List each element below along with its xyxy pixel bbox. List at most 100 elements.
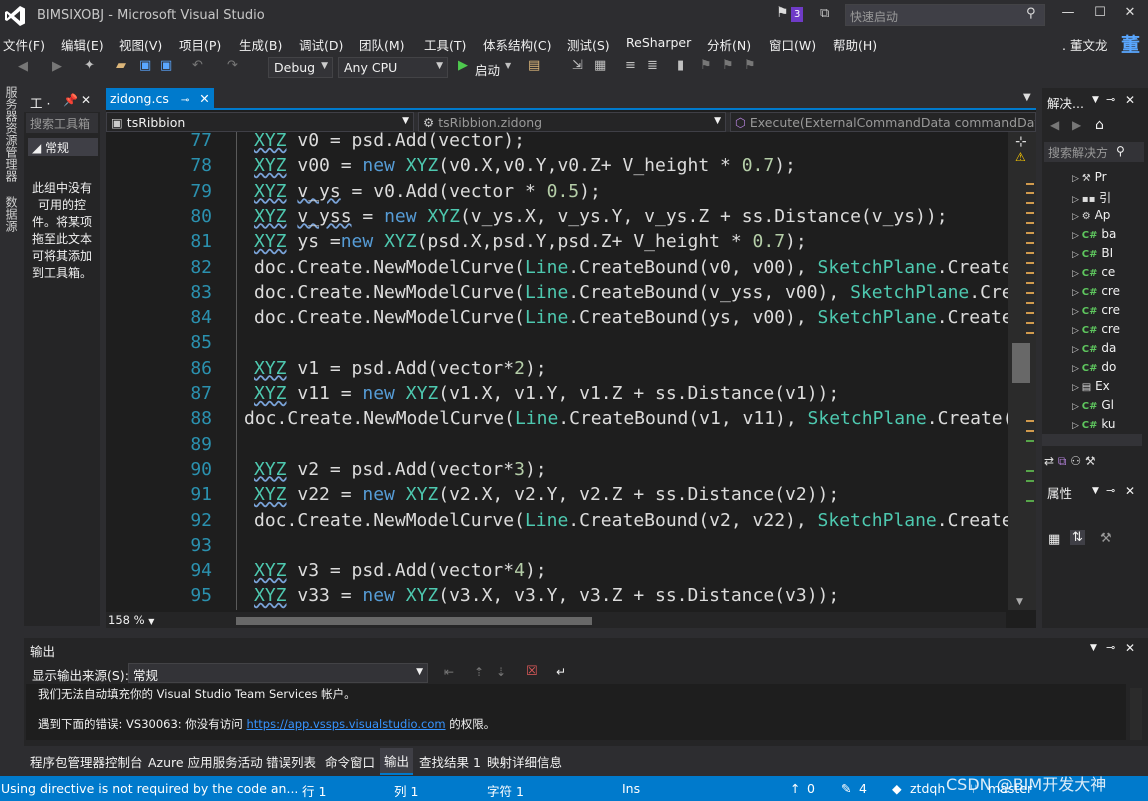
- expand-chevron-icon[interactable]: ▷: [1072, 174, 1082, 184]
- code-line[interactable]: XYZ v0 = psd.Add(vector);: [254, 132, 525, 151]
- menu-build[interactable]: 生成(B): [239, 35, 282, 54]
- open-folder-icon[interactable]: ▰: [116, 58, 126, 73]
- nav-type-select[interactable]: ⚙ tsRibbion.zidong ▼: [418, 112, 726, 132]
- solution-item[interactable]: ▷ ⚒ Pr: [1072, 170, 1107, 184]
- undo-icon[interactable]: ↶: [192, 58, 203, 73]
- tab-mapping-details[interactable]: 映射详细信息: [487, 752, 562, 771]
- switch-view-icon[interactable]: ⧉: [1058, 454, 1067, 468]
- tab-package-manager-console[interactable]: 程序包管理器控制台: [30, 752, 143, 771]
- configuration-select[interactable]: Debug ▼: [268, 57, 333, 78]
- close-icon[interactable]: ✕: [1125, 641, 1135, 655]
- menu-analyze[interactable]: 分析(N): [707, 35, 751, 54]
- home-icon[interactable]: ⌂: [1095, 117, 1104, 133]
- code-line[interactable]: doc.Create.NewModelCurve(Line.CreateBoun…: [254, 510, 1008, 531]
- split-icon[interactable]: ⊹: [1015, 134, 1027, 150]
- code-line[interactable]: XYZ v00 = new XYZ(v0.X,v0.Y,v0.Z+ V_heig…: [254, 155, 796, 176]
- hscroll-thumb[interactable]: [236, 617, 592, 625]
- nav-class-select[interactable]: ▣ tsRibbion ▼: [106, 112, 414, 132]
- menu-help[interactable]: 帮助(H): [833, 35, 877, 54]
- code-line[interactable]: XYZ v3 = psd.Add(vector*4);: [254, 560, 547, 581]
- solution-item[interactable]: ▷ C# do: [1072, 360, 1116, 374]
- solution-item[interactable]: ▷ C# Gl: [1072, 398, 1114, 412]
- zoom-level[interactable]: 158 % ▼: [108, 613, 154, 627]
- expand-chevron-icon[interactable]: ▷: [1072, 345, 1082, 355]
- word-wrap-icon[interactable]: ↵: [556, 665, 566, 679]
- pin-icon[interactable]: ⊸: [1106, 641, 1115, 654]
- back-icon[interactable]: ◀: [18, 59, 28, 74]
- expand-chevron-icon[interactable]: ▷: [1072, 326, 1082, 336]
- menu-tools[interactable]: 工具(T): [424, 35, 466, 54]
- solution-item[interactable]: ▷ ▤ Ex: [1072, 379, 1110, 393]
- expand-chevron-icon[interactable]: ▷: [1072, 195, 1082, 205]
- pin-icon[interactable]: ⊸: [1106, 484, 1115, 497]
- solution-item[interactable]: ▷ C# BI: [1072, 246, 1113, 260]
- code-line[interactable]: doc.Create.NewModelCurve(Line.CreateBoun…: [254, 257, 1008, 278]
- chevron-down-icon[interactable]: ▼: [1092, 95, 1099, 105]
- save-all-icon[interactable]: ▣: [160, 58, 172, 73]
- solution-item[interactable]: ▷ C# da: [1072, 341, 1116, 355]
- code-line[interactable]: XYZ v22 = new XYZ(v2.X, v2.Y, v2.Z + ss.…: [254, 484, 839, 505]
- search-icon[interactable]: ⚲: [1026, 6, 1036, 21]
- scroll-thumb[interactable]: [1012, 343, 1030, 383]
- output-scrollbar[interactable]: [1130, 688, 1142, 740]
- nav-member-select[interactable]: ⬡ Execute(ExternalCommandData commandDat…: [730, 112, 1036, 132]
- maximize-button[interactable]: ☐: [1088, 5, 1112, 20]
- solution-item[interactable]: ▷ C# ku: [1072, 417, 1116, 431]
- toolbox-group-general[interactable]: ◢ 常规: [28, 138, 98, 156]
- status-repo[interactable]: ztdqh: [910, 781, 945, 796]
- chevron-down-icon[interactable]: ▼: [1090, 643, 1097, 653]
- property-pages-icon[interactable]: ⚒: [1100, 531, 1112, 546]
- team-icon[interactable]: ⚇: [1070, 454, 1081, 468]
- start-icon[interactable]: ▶: [458, 58, 468, 73]
- menu-team[interactable]: 团队(M): [359, 35, 405, 54]
- back-icon[interactable]: ◀: [1050, 118, 1059, 132]
- solution-item[interactable]: ▷ ⚙ Ap: [1072, 208, 1110, 222]
- menu-test[interactable]: 测试(S): [567, 35, 610, 54]
- expand-chevron-icon[interactable]: ▷: [1072, 250, 1082, 260]
- minimize-button[interactable]: —: [1056, 5, 1080, 20]
- uncomment-icon[interactable]: ≣: [647, 58, 658, 73]
- comment-icon[interactable]: ≡: [625, 58, 636, 73]
- chevron-down-icon[interactable]: ▼: [1092, 486, 1099, 496]
- goto-error-icon[interactable]: ⇤: [444, 665, 454, 679]
- redo-icon[interactable]: ↷: [227, 58, 238, 73]
- publish-up-icon[interactable]: ↑: [790, 781, 800, 796]
- close-icon[interactable]: ✕: [1125, 484, 1135, 498]
- close-icon[interactable]: ✕: [81, 93, 91, 107]
- tab-command-window[interactable]: 命令窗口: [325, 752, 375, 771]
- code-line[interactable]: doc.Create.NewModelCurve(Line.CreateBoun…: [244, 408, 1008, 429]
- menu-debug[interactable]: 调试(D): [299, 35, 343, 54]
- menu-view[interactable]: 视图(V): [119, 35, 162, 54]
- expand-chevron-icon[interactable]: ▷: [1072, 288, 1082, 298]
- expand-chevron-icon[interactable]: ▷: [1072, 364, 1082, 374]
- code-line[interactable]: XYZ v1 = psd.Add(vector*2);: [254, 358, 547, 379]
- feedback-icon[interactable]: ⧉: [820, 6, 829, 21]
- hex-display-icon[interactable]: ▦: [594, 58, 606, 73]
- bookmark-icon[interactable]: ▮: [677, 58, 684, 73]
- tab-zidong-cs[interactable]: zidong.cs ⊸ ✕: [106, 88, 214, 110]
- solution-item[interactable]: ▷ C# ce: [1072, 265, 1115, 279]
- expand-chevron-icon[interactable]: ▷: [1072, 383, 1082, 393]
- expand-chevron-icon[interactable]: ▷: [1072, 402, 1082, 412]
- output-link[interactable]: https://app.vssps.visualstudio.com: [246, 717, 445, 731]
- tab-azure-activity[interactable]: Azure 应用服务活动: [148, 752, 263, 771]
- user-avatar[interactable]: 董: [1121, 30, 1140, 57]
- code-line[interactable]: XYZ ys =new XYZ(psd.X,psd.Y,psd.Z+ V_hei…: [254, 231, 807, 252]
- quick-launch-input[interactable]: 快速启动: [845, 4, 1045, 26]
- alphabetical-icon[interactable]: ⇅: [1070, 530, 1085, 545]
- notification-count-badge[interactable]: 3: [791, 7, 804, 22]
- output-source-select[interactable]: 常规 ▼: [128, 663, 428, 683]
- categorized-icon[interactable]: ▦: [1048, 532, 1060, 547]
- expand-chevron-icon[interactable]: ▷: [1072, 212, 1082, 222]
- next-bookmark-icon[interactable]: ⚑: [722, 58, 734, 73]
- repo-icon[interactable]: ◆: [892, 781, 902, 796]
- tab-output[interactable]: 输出: [380, 748, 414, 775]
- toolbox-search-input[interactable]: 搜索工具箱: [26, 113, 98, 133]
- solution-item[interactable]: ▷ ▪▪ 引: [1072, 189, 1111, 206]
- solution-item[interactable]: ▷ C# cre: [1072, 284, 1120, 298]
- close-tab-icon[interactable]: ✕: [199, 91, 209, 106]
- menu-file[interactable]: 文件(F): [3, 35, 45, 54]
- sync-icon[interactable]: ⇄: [1044, 454, 1054, 468]
- code-line[interactable]: XYZ v33 = new XYZ(v3.X, v3.Y, v3.Z + ss.…: [254, 585, 839, 606]
- next-message-icon[interactable]: ⇣: [496, 665, 506, 679]
